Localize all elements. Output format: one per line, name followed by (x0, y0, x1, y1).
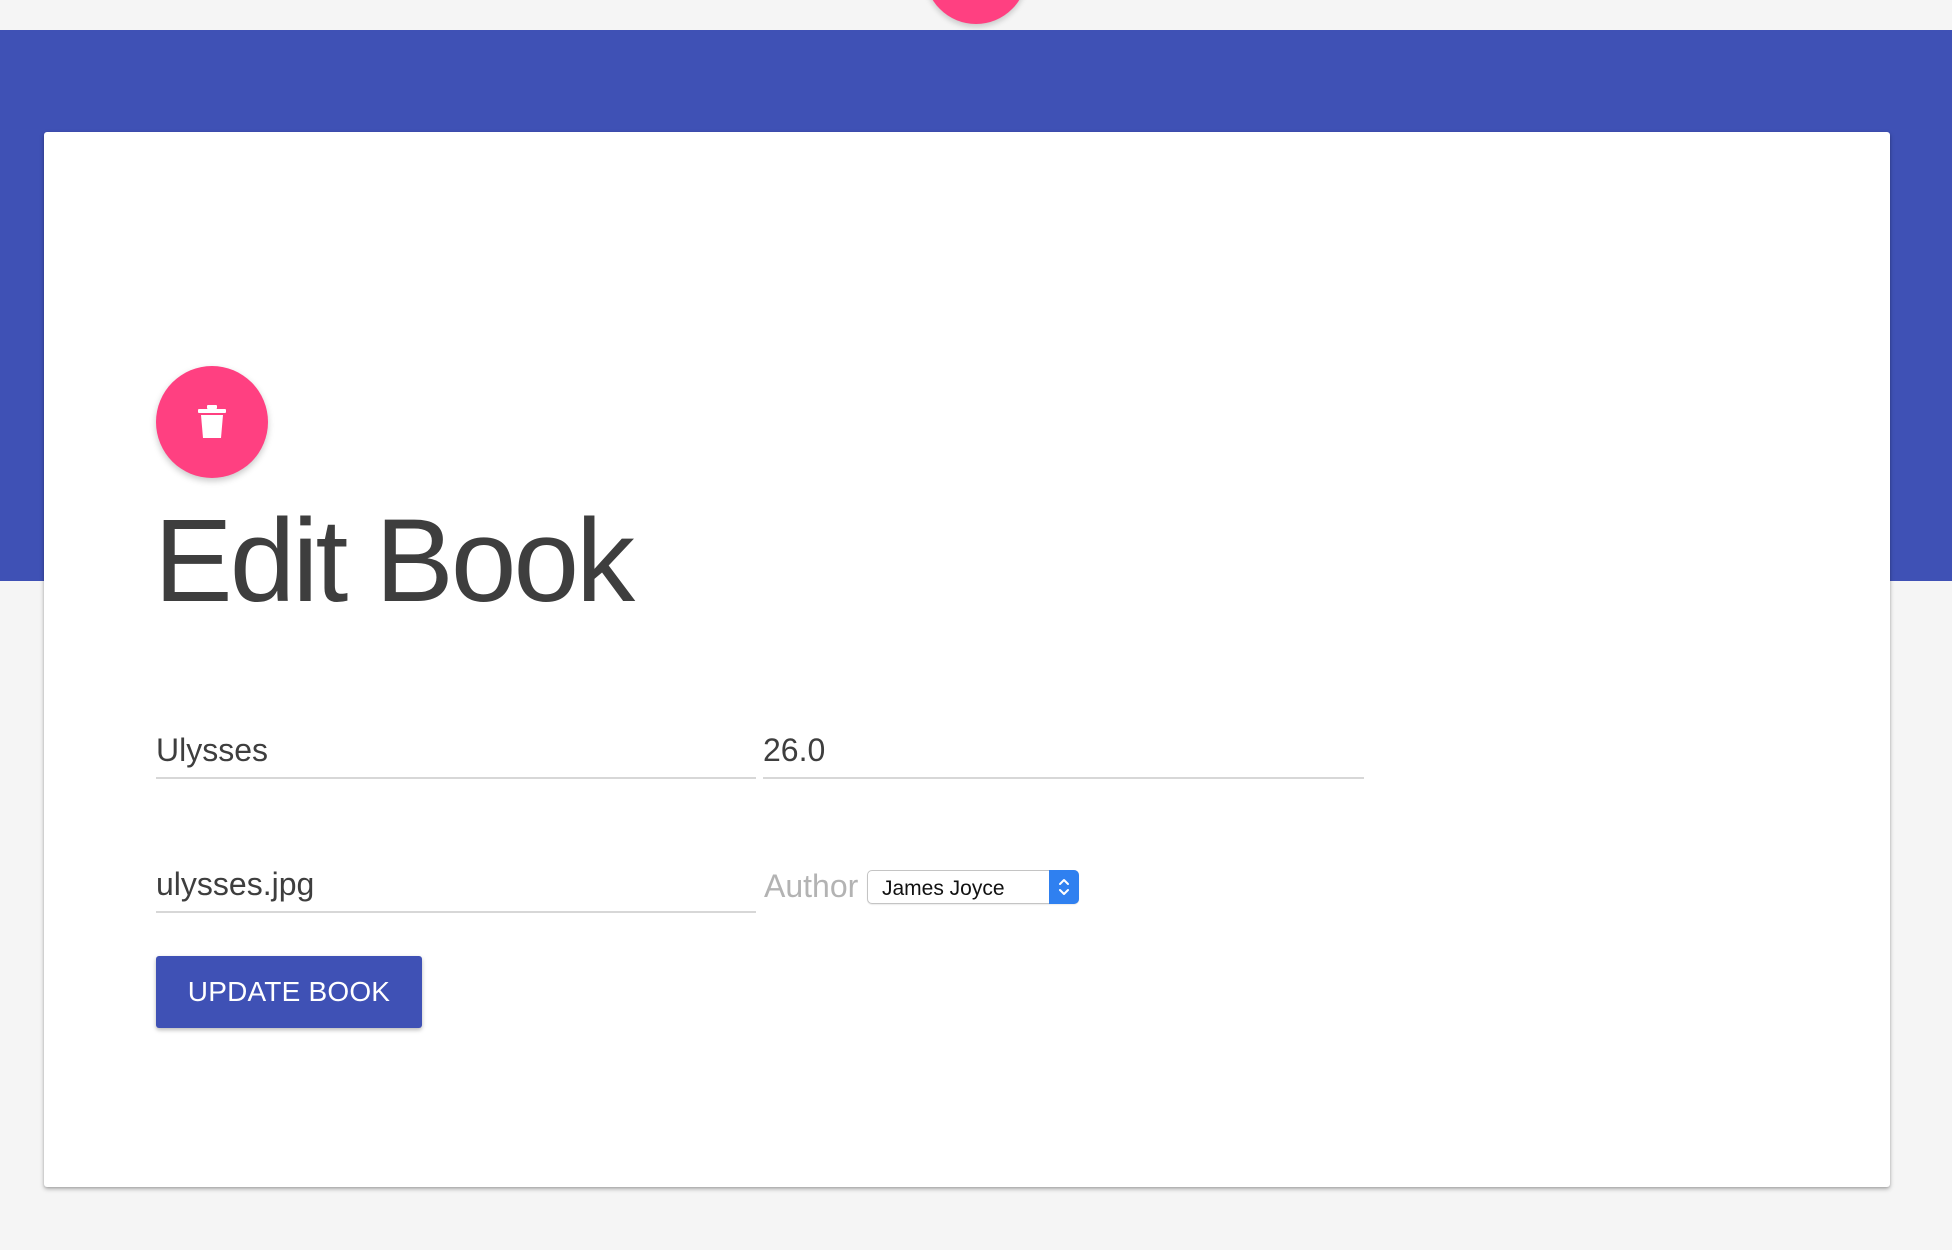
author-select[interactable]: James Joyce (867, 870, 1079, 904)
delete-book-button[interactable] (156, 366, 268, 478)
author-label: Author (764, 868, 859, 904)
book-image-field[interactable] (156, 866, 756, 913)
author-select-value: James Joyce (882, 877, 1005, 900)
update-book-button[interactable]: Update Book (156, 956, 422, 1028)
book-price-field[interactable] (763, 732, 1364, 779)
book-title-field[interactable] (156, 732, 756, 779)
page-title: Edit Book (154, 495, 635, 627)
edit-book-card: Edit Book Author James Joyce Update Book (44, 132, 1890, 1187)
header-action-button[interactable] (925, 0, 1027, 24)
trash-icon (197, 404, 227, 440)
select-arrows-icon (1049, 870, 1079, 904)
